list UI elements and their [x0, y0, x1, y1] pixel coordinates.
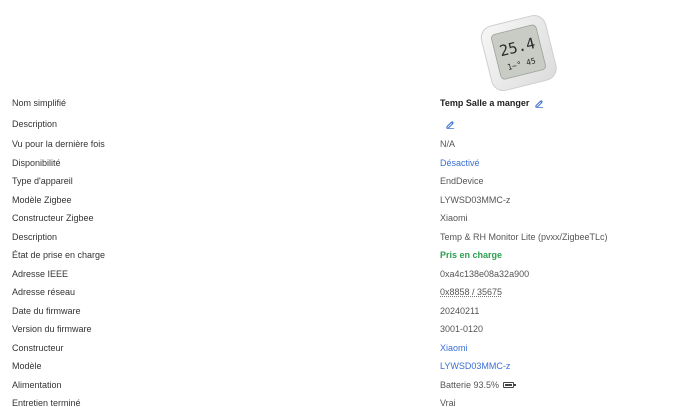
label-interview-completed: Entretien terminé — [12, 398, 81, 407]
label-support-status: État de prise en charge — [12, 250, 106, 260]
value-last-seen: N/A — [440, 139, 456, 149]
row-power-source: Alimentation Batterie 93.5% — [0, 376, 690, 395]
edit-icon[interactable] — [535, 99, 544, 108]
label-firmware-version: Version du firmware — [12, 324, 92, 334]
value-firmware-version: 3001-0120 — [440, 324, 484, 334]
row-zigbee-model: Modèle Zigbee LYWSD03MMC-z — [0, 191, 690, 210]
edit-icon[interactable] — [446, 120, 455, 129]
row-network-address: Adresse réseau 0x8858 / 35675 — [0, 283, 690, 302]
row-support-status: État de prise en charge Pris en charge — [0, 246, 690, 265]
label-model: Modèle — [12, 361, 42, 371]
value-firmware-date: 20240211 — [440, 305, 480, 316]
label-power-source: Alimentation — [12, 379, 62, 390]
label-zigbee-model: Modèle Zigbee — [12, 194, 72, 205]
row-manufacturer: Constructeur Xiaomi — [0, 339, 690, 358]
label-zigbee-manufacturer: Constructeur Zigbee — [12, 213, 94, 223]
value-ieee-address: 0xa4c138e08a32a900 — [440, 268, 530, 279]
row-firmware-version: Version du firmware 3001-0120 — [0, 320, 690, 339]
device-info-page: 25.4 1~° 45 Nom simplifié Temp Salle a m… — [0, 0, 690, 407]
row-availability: Disponibilité Désactivé — [0, 154, 690, 173]
value-manufacturer-link[interactable]: Xiaomi — [440, 339, 468, 358]
row-model: Modèle LYWSD03MMC-z — [0, 357, 690, 376]
power-source-text: Batterie 93.5% — [440, 379, 500, 390]
label-manufacturer: Constructeur — [12, 342, 64, 353]
value-network-address[interactable]: 0x8858 / 35675 — [440, 283, 502, 302]
row-ieee-address: Adresse IEEE 0xa4c138e08a32a900 — [0, 265, 690, 284]
row-model-description: Description Temp & RH Monitor Lite (pvxx… — [0, 228, 690, 247]
label-description: Description — [12, 119, 58, 129]
row-interview-completed: Entretien terminé Vrai — [0, 394, 690, 407]
value-zigbee-model: LYWSD03MMC-z — [440, 194, 511, 205]
battery-icon — [503, 381, 517, 388]
value-support-status: Pris en charge — [440, 250, 503, 260]
value-interview-completed: Vrai — [440, 398, 456, 407]
label-last-seen: Vu pour la dernière fois — [12, 139, 105, 149]
row-zigbee-manufacturer: Constructeur Zigbee Xiaomi — [0, 209, 690, 228]
friendly-name-text: Temp Salle a manger — [440, 98, 530, 108]
label-device-type: Type d'appareil — [12, 176, 73, 186]
value-device-type: EndDevice — [440, 176, 484, 186]
label-firmware-date: Date du firmware — [12, 305, 81, 316]
label-availability: Disponibilité — [12, 157, 61, 168]
value-friendly-name: Temp Salle a manger — [440, 93, 544, 114]
row-device-type: Type d'appareil EndDevice — [0, 172, 690, 191]
row-firmware-date: Date du firmware 20240211 — [0, 302, 690, 321]
value-power-source: Batterie 93.5% — [440, 376, 517, 395]
label-friendly-name: Nom simplifié — [12, 98, 67, 108]
row-last-seen: Vu pour la dernière fois N/A — [0, 135, 690, 154]
value-availability-link[interactable]: Désactivé — [440, 154, 480, 173]
label-model-description: Description — [12, 231, 58, 242]
label-network-address: Adresse réseau — [12, 287, 76, 297]
row-description: Description — [0, 114, 690, 135]
value-model-description: Temp & RH Monitor Lite (pvxx/ZigbeeTLc) — [440, 231, 608, 242]
value-zigbee-manufacturer: Xiaomi — [440, 213, 468, 223]
label-ieee-address: Adresse IEEE — [12, 268, 69, 279]
device-thumbnail: 25.4 1~° 45 — [480, 15, 557, 91]
value-description — [440, 114, 455, 135]
value-model-link[interactable]: LYWSD03MMC-z — [440, 357, 510, 376]
network-address-text[interactable]: 0x8858 / 35675 — [440, 283, 502, 302]
row-friendly-name: Nom simplifié Temp Salle a manger — [0, 93, 690, 114]
device-info-table: Nom simplifié Temp Salle a manger Descri… — [0, 93, 690, 407]
